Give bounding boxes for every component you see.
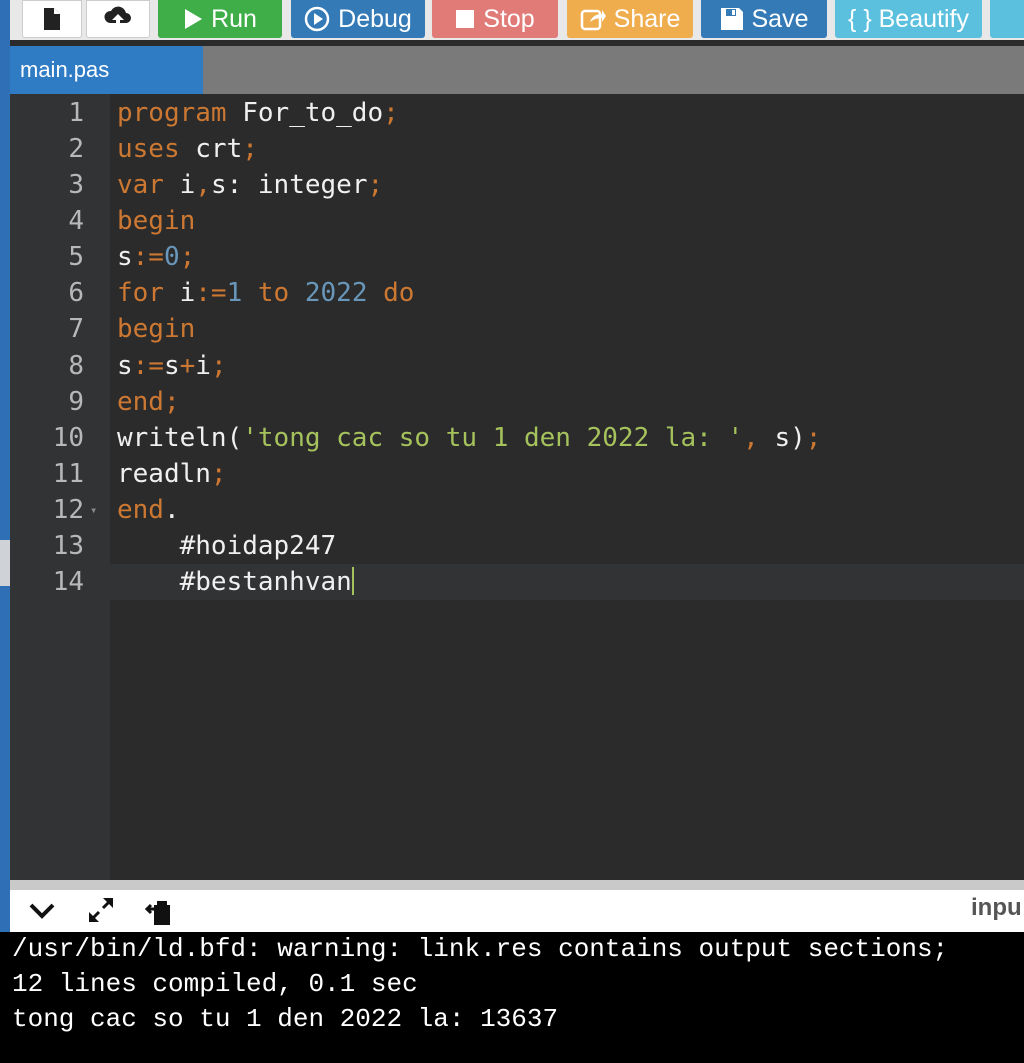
code-text: end. (117, 495, 180, 525)
run-button-label: Run (211, 4, 257, 33)
code-line: 6 for i:=1 to 2022 do (10, 275, 1024, 311)
line-number: 10 (52, 423, 84, 453)
code-line: 4 begin (10, 203, 1024, 239)
toolbar: Run Debug Stop Share Save { } Beautify (10, 0, 1024, 40)
more-button[interactable] (990, 0, 1024, 38)
console-output: /usr/bin/ld.bfd: warning: link.res conta… (0, 932, 1024, 1063)
line-number: 4 (68, 206, 84, 236)
code-text: begin (117, 314, 196, 344)
console-line: /usr/bin/ld.bfd: warning: link.res conta… (12, 934, 949, 964)
file-tab-bar: main.pas (10, 46, 1024, 94)
console-line: 12 lines compiled, 0.1 sec (12, 969, 418, 999)
code-line: 2 uses crt; (10, 131, 1024, 167)
stop-icon (455, 9, 475, 29)
panel-divider[interactable] (10, 880, 1024, 890)
code-text: uses crt; (117, 134, 258, 164)
collapse-chevron-icon[interactable] (28, 899, 56, 928)
code-line: 13 #hoidap247 (10, 528, 1024, 564)
input-tab-label[interactable]: inpu (971, 894, 1022, 922)
code-text: for i:=1 to 2022 do (117, 278, 415, 308)
text-cursor (351, 567, 354, 595)
code-line: 9 end; (10, 384, 1024, 420)
fold-arrow-icon[interactable]: ▾ (90, 492, 97, 528)
line-number: 2 (68, 134, 84, 164)
line-number: 6 (68, 278, 84, 308)
line-number: 12 (52, 495, 84, 525)
play-icon (183, 8, 203, 30)
share-button-label: Share (613, 4, 681, 33)
left-edge-highlight (0, 540, 10, 586)
line-number: 9 (68, 387, 84, 417)
code-line-active: 14 #bestanhvan (10, 564, 1024, 600)
file-icon (42, 7, 62, 31)
clear-console-icon[interactable] (144, 895, 174, 932)
upload-icon (103, 6, 133, 32)
code-text: writeln('tong cac so tu 1 den 2022 la: '… (117, 423, 822, 453)
tab-main-pas[interactable]: main.pas (10, 46, 203, 94)
code-text: #bestanhvan (117, 567, 354, 597)
save-button[interactable]: Save (701, 0, 827, 38)
code-text: readln; (117, 459, 227, 489)
line-number: 8 (68, 351, 84, 381)
line-number: 7 (68, 314, 84, 344)
code-line: 5 s:=0; (10, 239, 1024, 275)
line-number: 14 (52, 567, 84, 597)
code-text: begin (117, 206, 196, 236)
code-line: 1 program For_to_do; (10, 95, 1024, 131)
code-line: 3 var i,s: integer; (10, 167, 1024, 203)
code-line: 11 readln; (10, 456, 1024, 492)
code-text: var i,s: integer; (117, 170, 384, 200)
save-icon (720, 7, 744, 31)
debug-button-label: Debug (338, 4, 412, 33)
code-line: 8 s:=s+i; (10, 348, 1024, 384)
code-text: #hoidap247 (117, 531, 337, 561)
beautify-button-label: { } Beautify (848, 4, 969, 33)
expand-icon[interactable] (86, 895, 116, 930)
code-text: s:=s+i; (117, 351, 227, 381)
beautify-button[interactable]: { } Beautify (835, 0, 982, 38)
run-button[interactable]: Run (158, 0, 282, 38)
code-text: end; (117, 387, 180, 417)
new-file-button[interactable] (22, 0, 82, 38)
stop-button[interactable]: Stop (432, 0, 558, 38)
line-number: 11 (52, 459, 84, 489)
line-number: 13 (52, 531, 84, 561)
output-toolbar: inpu (10, 890, 1024, 932)
code-line: 7 begin (10, 311, 1024, 347)
line-number: 5 (68, 242, 84, 272)
browser-left-edge (0, 0, 10, 1063)
code-line: 10 writeln('tong cac so tu 1 den 2022 la… (10, 420, 1024, 456)
save-button-label: Save (751, 4, 809, 33)
tab-label: main.pas (20, 57, 110, 82)
debug-button[interactable]: Debug (291, 0, 425, 38)
code-text: s:=0; (117, 242, 196, 272)
code-text: program For_to_do; (117, 98, 399, 128)
share-icon (580, 7, 606, 31)
code-line: 12 ▾ end. (10, 492, 1024, 528)
line-number: 1 (68, 98, 84, 128)
line-number: 3 (68, 170, 84, 200)
upload-button[interactable] (86, 0, 150, 38)
code-editor[interactable]: 1 program For_to_do; 2 uses crt; 3 var i… (10, 94, 1024, 880)
debug-icon (304, 6, 330, 32)
stop-button-label: Stop (483, 4, 535, 33)
console-line: tong cac so tu 1 den 2022 la: 13637 (12, 1004, 559, 1034)
share-button[interactable]: Share (567, 0, 693, 38)
